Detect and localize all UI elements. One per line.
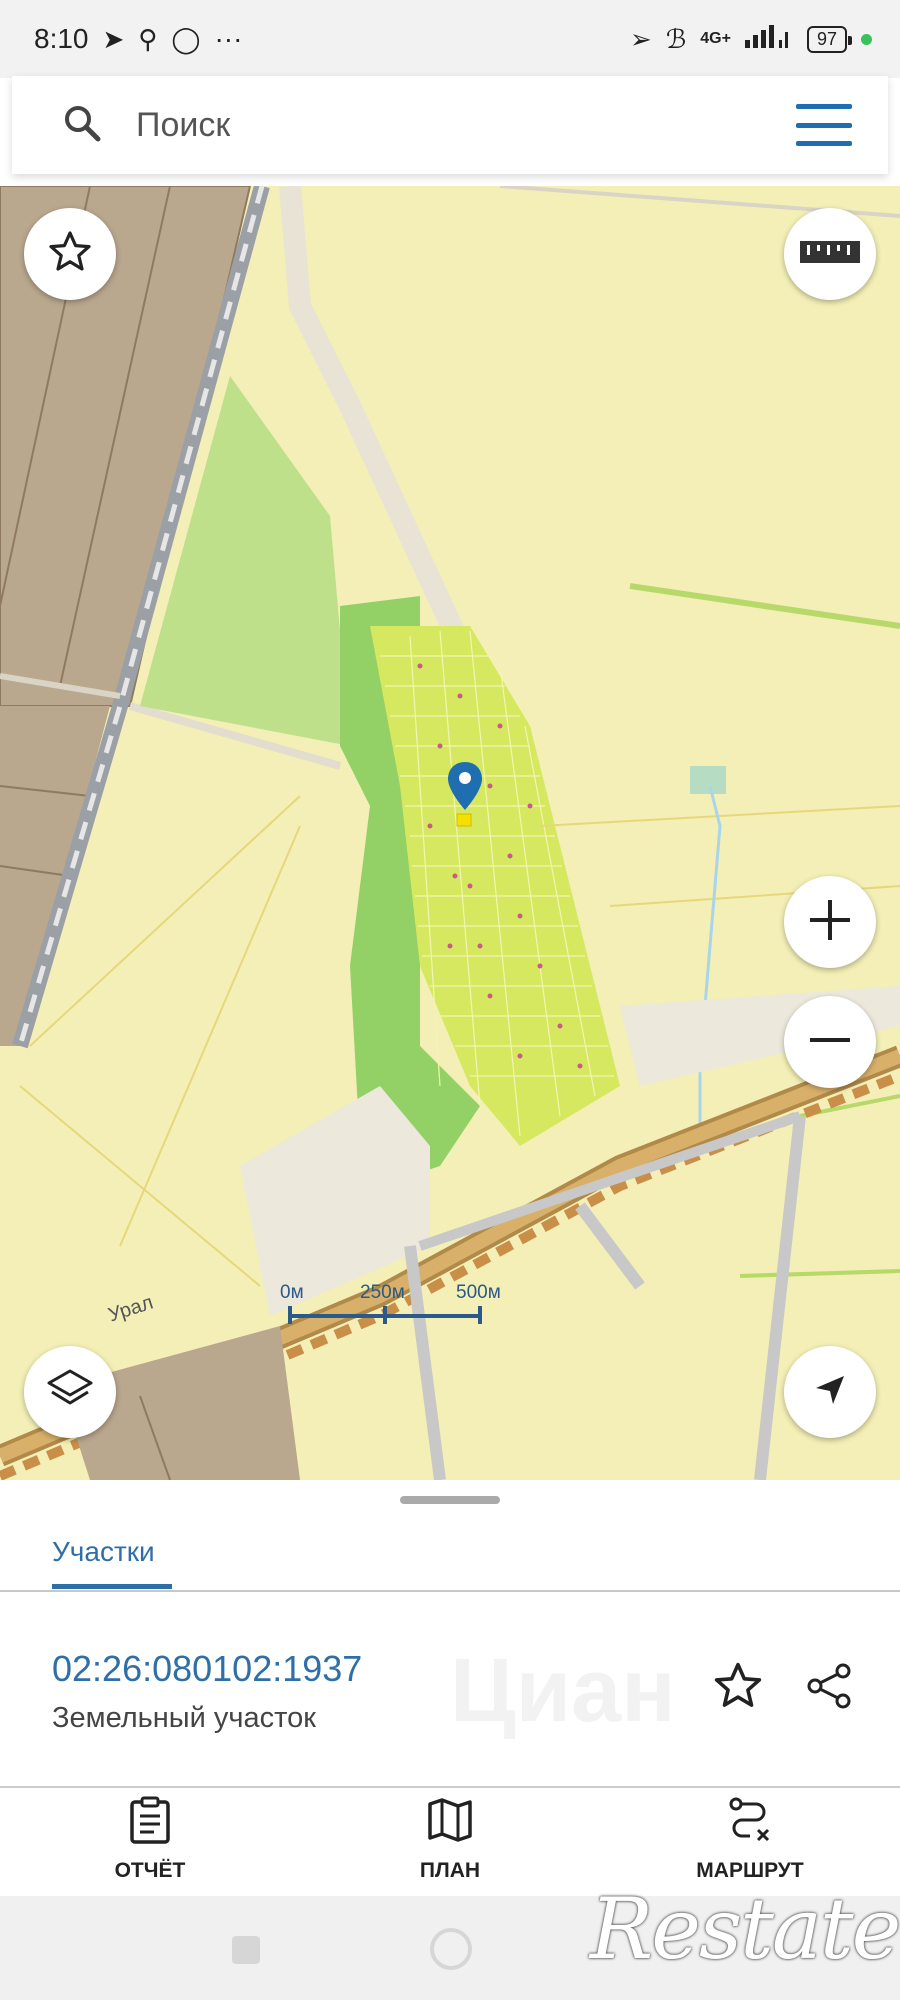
map-scale: 0м 250м 500м xyxy=(280,1282,501,1342)
sheet-drag-handle[interactable] xyxy=(400,1496,500,1504)
status-left: 8:10 ➤ ⚲ ◯ ··· xyxy=(34,23,242,55)
scale-label-250: 250м xyxy=(360,1282,405,1303)
chat-icon: ◯ xyxy=(171,24,201,54)
scale-tick xyxy=(478,1306,482,1324)
telegram-icon: ➤ xyxy=(102,24,125,54)
menu-icon[interactable] xyxy=(796,104,852,146)
location-pin-icon[interactable] xyxy=(448,762,482,815)
privacy-dot xyxy=(861,33,872,45)
navigation-arrow-icon xyxy=(810,1370,850,1415)
cadastral-number[interactable]: 02:26:080102:1937 xyxy=(52,1648,362,1690)
map-view[interactable]: Урал 0м 250м 500м xyxy=(0,186,900,1480)
nav-plan[interactable]: ПЛАН xyxy=(340,1796,560,1896)
status-time: 8:10 xyxy=(34,23,89,54)
plus-icon xyxy=(804,894,856,951)
scale-label-0: 0м xyxy=(280,1282,304,1303)
parcel-type: Земельный участок xyxy=(52,1702,316,1734)
recents-button[interactable] xyxy=(232,1936,260,1964)
status-more: ··· xyxy=(214,23,243,54)
bluetooth-icon: ℬ xyxy=(665,24,687,54)
location-arrow-icon: ➢ xyxy=(630,24,652,54)
tab-divider xyxy=(0,1590,900,1592)
tab-parcels[interactable]: Участки xyxy=(52,1536,155,1568)
star-outline-icon xyxy=(711,1659,765,1718)
ruler-button[interactable] xyxy=(784,208,876,300)
report-icon xyxy=(128,1796,172,1849)
bottom-sheet: Участки Циан 02:26:080102:1937 Земельный… xyxy=(0,1480,900,1896)
search-bar xyxy=(12,76,888,174)
minus-icon xyxy=(804,1014,856,1071)
status-bar: 8:10 ➤ ⚲ ◯ ··· ➢ ℬ 4G+ 97 xyxy=(0,0,900,78)
share-button[interactable] xyxy=(802,1660,858,1716)
my-location-button[interactable] xyxy=(784,1346,876,1438)
favorite-button[interactable] xyxy=(710,1660,766,1716)
layers-button[interactable] xyxy=(24,1346,116,1438)
scale-tick xyxy=(383,1306,387,1324)
search-input[interactable] xyxy=(136,105,796,145)
nav-plan-label: ПЛАН xyxy=(419,1859,481,1882)
route-icon xyxy=(726,1796,774,1849)
zoom-in-button[interactable] xyxy=(784,876,876,968)
ruler-icon xyxy=(798,237,862,272)
status-right: ➢ ℬ 4G+ 97 xyxy=(630,23,872,55)
star-icon xyxy=(46,228,94,281)
map-plan-icon xyxy=(426,1796,474,1849)
search-icon[interactable] xyxy=(62,103,102,148)
nav-report-label: ОТЧЁТ xyxy=(114,1859,186,1882)
scale-tick xyxy=(288,1306,292,1324)
scale-label-500: 500м xyxy=(456,1282,501,1303)
network-label: 4G+ xyxy=(700,30,731,47)
layers-icon xyxy=(43,1363,97,1422)
key-icon: ⚲ xyxy=(138,24,158,54)
brand-watermark: Restate xyxy=(590,1880,900,1978)
share-icon xyxy=(803,1659,857,1718)
sheet-divider xyxy=(0,1786,900,1788)
watermark: Циан xyxy=(450,1641,676,1741)
home-button[interactable] xyxy=(430,1928,472,1970)
battery-indicator: 97 xyxy=(806,25,853,53)
nav-report[interactable]: ОТЧЁТ xyxy=(40,1796,260,1896)
tab-indicator xyxy=(52,1584,172,1589)
zoom-out-button[interactable] xyxy=(784,996,876,1088)
favorites-button[interactable] xyxy=(24,208,116,300)
signal-icon xyxy=(744,23,793,55)
